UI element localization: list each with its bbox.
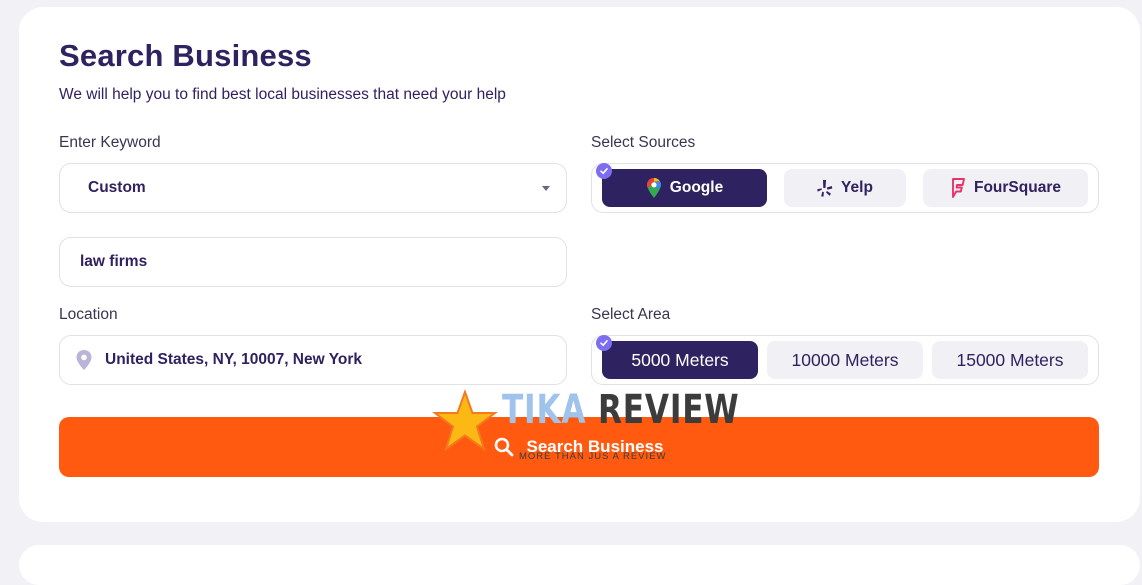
area-10000-button[interactable]: 10000 Meters <box>767 341 923 379</box>
google-maps-icon <box>646 178 661 198</box>
source-google-button[interactable]: Google <box>602 169 767 207</box>
page-subtitle: We will help you to find best local busi… <box>59 86 506 103</box>
keyword-type-select[interactable]: Custom <box>59 163 567 213</box>
sources-group: Google Yelp FourSquare <box>591 163 1099 213</box>
keyword-label: Enter Keyword <box>59 134 161 151</box>
source-foursquare-button[interactable]: FourSquare <box>923 169 1088 207</box>
area-5000-label: 5000 Meters <box>631 349 729 370</box>
sources-label: Select Sources <box>591 134 696 151</box>
selected-check-icon <box>596 163 612 179</box>
keyword-type-value: Custom <box>88 179 146 196</box>
area-label: Select Area <box>591 306 671 323</box>
location-pin-icon <box>76 350 92 370</box>
selected-check-icon <box>596 335 612 351</box>
page-title: Search Business <box>59 38 312 73</box>
results-card <box>19 545 1140 585</box>
location-value: United States, NY, 10007, New York <box>105 351 363 368</box>
area-15000-button[interactable]: 15000 Meters <box>932 341 1088 379</box>
chevron-down-icon <box>542 186 550 191</box>
source-yelp-button[interactable]: Yelp <box>784 169 906 207</box>
keyword-input[interactable]: law firms <box>59 237 567 287</box>
search-business-label: Search Business <box>526 437 664 456</box>
area-15000-label: 15000 Meters <box>956 349 1064 370</box>
source-foursquare-label: FourSquare <box>974 179 1061 196</box>
source-google-label: Google <box>669 179 724 196</box>
area-group: 5000 Meters 10000 Meters 15000 Meters <box>591 335 1099 385</box>
location-input[interactable]: United States, NY, 10007, New York <box>59 335 567 385</box>
search-icon <box>495 437 514 457</box>
source-yelp-label: Yelp <box>841 179 873 196</box>
keyword-input-value: law firms <box>80 253 148 270</box>
area-10000-label: 10000 Meters <box>791 349 899 370</box>
search-business-button[interactable]: Search Business <box>59 417 1099 477</box>
yelp-icon <box>817 180 833 197</box>
location-label: Location <box>59 306 118 323</box>
area-5000-button[interactable]: 5000 Meters <box>602 341 758 379</box>
foursquare-icon <box>952 178 965 198</box>
